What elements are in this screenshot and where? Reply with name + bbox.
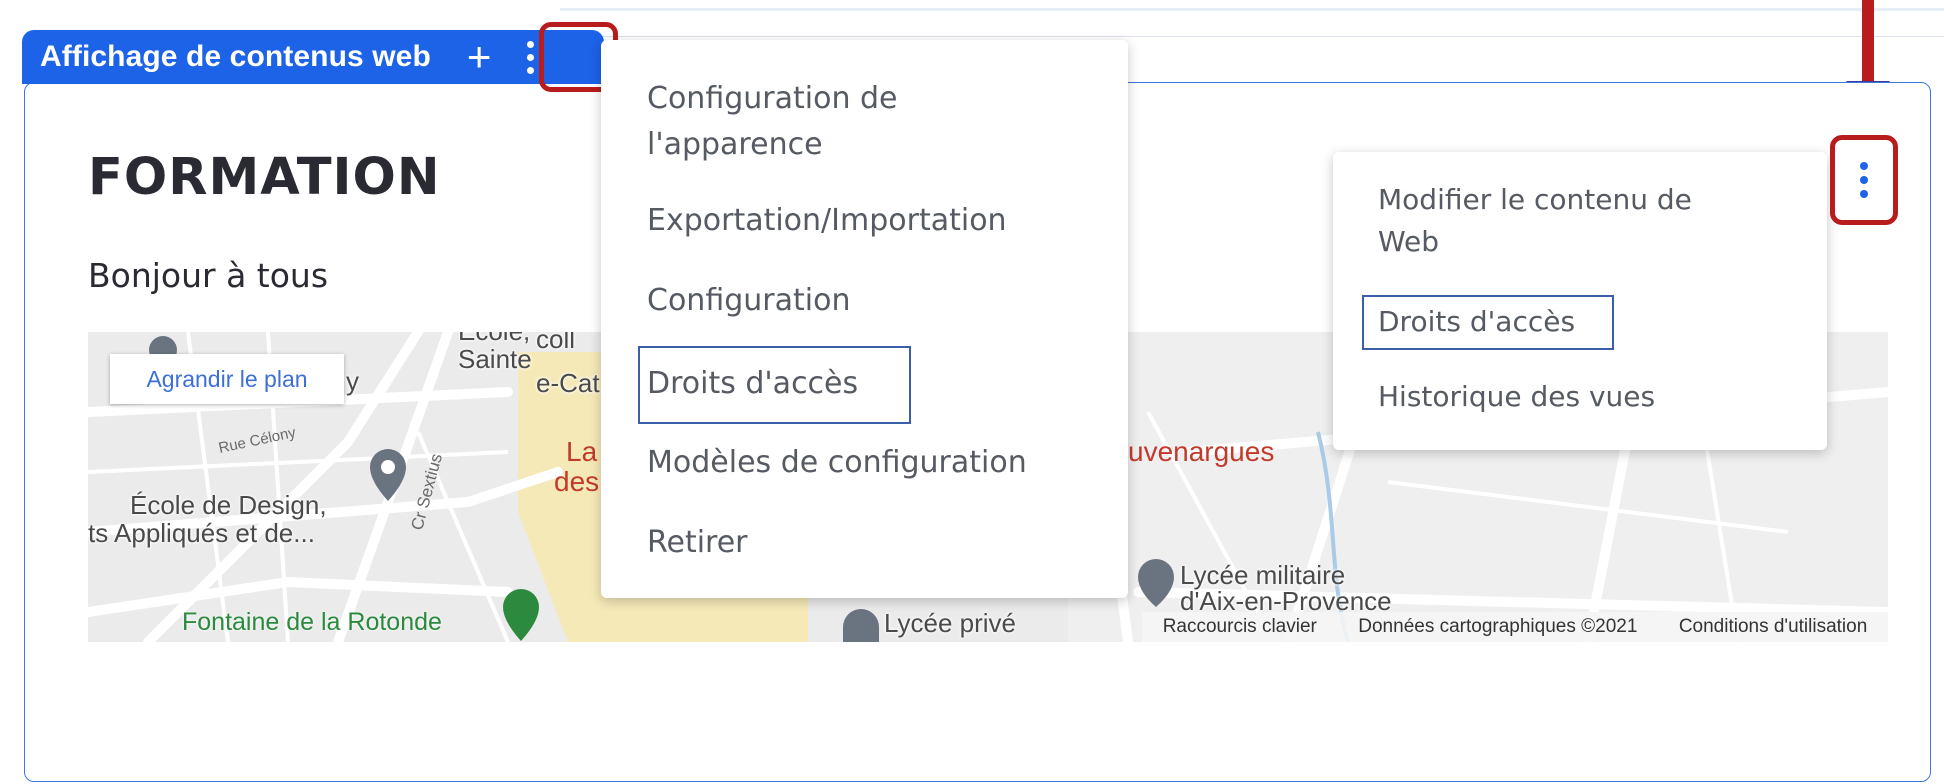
add-icon[interactable]: + (467, 36, 492, 78)
terms-link[interactable]: Conditions d'utilisation (1679, 616, 1867, 638)
map-label-la: La (566, 436, 598, 467)
content-options-menu: Modifier le contenu de Web Droits d'accè… (1333, 152, 1827, 450)
top-divider (560, 8, 1944, 11)
map-data-credit: Données cartographiques ©2021 (1358, 616, 1638, 637)
menu-item-view-history[interactable]: Historique des vues (1378, 375, 1655, 418)
map-label-ecole-design: École de Design, (130, 490, 327, 520)
map-label-lycee-prive: Lycée privé (884, 608, 1016, 638)
map-label-fontaine: Fontaine de la Rotonde (182, 608, 442, 636)
menu-item-configuration[interactable]: Configuration (647, 278, 850, 324)
map-label-arts-appliques: ts Appliqués et de... (88, 518, 315, 548)
menu-item-appearance-config-line1[interactable]: Configuration de (647, 76, 898, 122)
map-label-des: des (554, 466, 600, 497)
menu-item-appearance-config-line2[interactable]: l'apparence (647, 122, 823, 168)
map-label-ecole-top: Ecole, (458, 332, 530, 347)
map-label-coll: coll (536, 332, 576, 354)
content-text: Bonjour à tous (88, 256, 329, 295)
menu-item-edit-content-line1[interactable]: Modifier le contenu de (1378, 178, 1692, 221)
keyboard-shortcuts-link[interactable]: Raccourcis clavier (1163, 616, 1317, 638)
menu-item-export-import[interactable]: Exportation/Importation (647, 198, 1007, 244)
map-label-catherine: e-Cat (536, 368, 600, 398)
menu-item-config-templates[interactable]: Modèles de configuration (647, 440, 1027, 486)
content-heading: FORMATION (88, 148, 441, 207)
map-label-jouvenargues: uvenargues (1128, 436, 1275, 467)
portlet-tab: Affichage de contenus web + (22, 30, 604, 84)
menu-item-edit-content-line2[interactable]: Web (1378, 220, 1439, 263)
map-label-letter-y: y (346, 366, 359, 396)
portlet-options-icon[interactable] (527, 40, 535, 74)
map-label-sainte: Sainte (458, 344, 532, 374)
menu-item-remove[interactable]: Retirer (647, 520, 748, 566)
enlarge-map-button[interactable]: Agrandir le plan (110, 354, 344, 404)
portlet-options-menu: Configuration de l'apparence Exportation… (601, 40, 1128, 598)
portlet-title: Affichage de contenus web (40, 40, 431, 73)
map-footer: Raccourcis clavier Données cartographiqu… (1142, 612, 1888, 642)
menu-item-access-rights[interactable]: Droits d'accès (647, 361, 858, 407)
top-divider-2 (560, 36, 1944, 37)
menu-item-content-access-rights[interactable]: Droits d'accès (1378, 300, 1575, 343)
content-options-icon[interactable] (1830, 135, 1898, 225)
